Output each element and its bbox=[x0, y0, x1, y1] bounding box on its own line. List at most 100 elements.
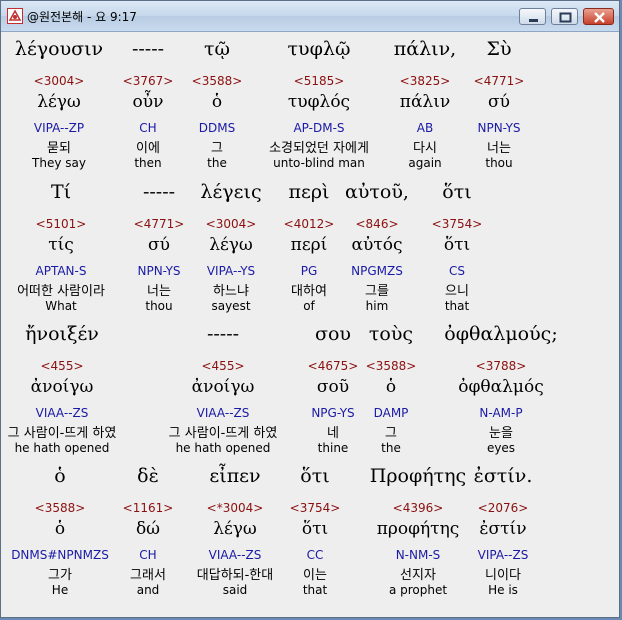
word-kor: 이는 bbox=[303, 568, 327, 583]
word-greek[interactable]: Τί bbox=[51, 181, 71, 203]
word-eng: that bbox=[444, 299, 470, 313]
word-num[interactable]: <2076> bbox=[478, 501, 529, 515]
word-num[interactable]: <455> bbox=[40, 359, 83, 373]
word-parse: VIPA--ZP bbox=[33, 121, 85, 135]
word-greek[interactable]: ----- bbox=[143, 181, 175, 203]
word-parse: PG bbox=[300, 264, 318, 278]
minimize-button[interactable] bbox=[519, 8, 546, 25]
word-lex: ὅτι bbox=[443, 235, 471, 255]
word-kor: 다시 bbox=[413, 141, 437, 156]
word-greek[interactable]: Σὺ bbox=[487, 38, 512, 60]
word-num[interactable]: <3588> bbox=[366, 359, 417, 373]
word-num[interactable]: <4771> bbox=[474, 74, 525, 88]
app-window: @원전본해 - 요 9:17 λέγουσιν <3004> λέγω VIPA--Z… bbox=[0, 0, 620, 618]
word-eng: him bbox=[365, 299, 389, 313]
word-greek[interactable]: αὐτοῦ, bbox=[345, 181, 409, 203]
word-num[interactable]: <3588> bbox=[192, 74, 243, 88]
word-kor: 너는 bbox=[487, 141, 511, 156]
word-greek[interactable]: δὲ bbox=[137, 465, 159, 487]
maximize-button[interactable] bbox=[551, 8, 578, 25]
word-kor: 묻되 bbox=[47, 141, 71, 156]
word-greek[interactable]: λέγουσιν bbox=[15, 38, 103, 60]
word-eng: He bbox=[51, 583, 69, 597]
word-eng: of bbox=[303, 299, 315, 313]
word-greek[interactable]: ὅτι bbox=[442, 181, 471, 203]
word-eng: and bbox=[136, 583, 160, 597]
word-num[interactable]: <846> bbox=[355, 217, 398, 231]
word-parse: AP-DM-S bbox=[293, 121, 345, 135]
word-num[interactable]: <3754> bbox=[290, 501, 341, 515]
word-kor: 대하여 bbox=[291, 284, 327, 299]
word-greek[interactable]: εἶπεν bbox=[209, 465, 260, 487]
word-greek[interactable]: λέγεις bbox=[200, 181, 261, 203]
word-kor: 그래서 bbox=[130, 568, 166, 583]
word-greek[interactable]: τῷ bbox=[204, 38, 230, 60]
word-parse: CS bbox=[449, 264, 465, 278]
word-lex: ὀφθαλμός bbox=[458, 377, 544, 397]
word-num[interactable]: <4771> bbox=[134, 217, 185, 231]
word-num[interactable]: <3004> bbox=[206, 217, 257, 231]
word-parse: DAMP bbox=[373, 406, 409, 420]
word-greek[interactable]: ὀφθαλμούς; bbox=[444, 323, 557, 345]
word-num[interactable]: <3754> bbox=[432, 217, 483, 231]
word-kor: 그가 bbox=[48, 568, 72, 583]
word-eng: he hath opened bbox=[14, 441, 110, 455]
word-eng: again bbox=[408, 156, 442, 170]
word-parse: CC bbox=[306, 548, 324, 562]
word-eng: eyes bbox=[486, 441, 516, 455]
word-num[interactable]: <1161> bbox=[123, 501, 174, 515]
word-parse: CH bbox=[139, 121, 157, 135]
word-parse: VIPA--YS bbox=[206, 264, 256, 278]
word-parse: VIAA--ZS bbox=[196, 406, 250, 420]
word-greek[interactable]: περὶ bbox=[289, 181, 330, 203]
word-num[interactable]: <3588> bbox=[35, 501, 86, 515]
word-eng: sayest bbox=[211, 299, 251, 313]
word-lex: λέγω bbox=[209, 235, 253, 255]
word-greek[interactable]: τυφλῷ bbox=[288, 38, 351, 60]
app-icon bbox=[7, 8, 23, 24]
word-greek[interactable]: Προφήτης bbox=[370, 465, 466, 487]
word-parse: VIAA--ZS bbox=[208, 548, 262, 562]
verse-row: ὁ <3588> ὁ DNMS#NPNMZS 그가 He δὲ <1161> δώ CH 그래서 an… bbox=[5, 465, 622, 605]
word-num[interactable]: <455> bbox=[201, 359, 244, 373]
word-num[interactable]: <4396> bbox=[393, 501, 444, 515]
word-num[interactable]: <3004> bbox=[34, 74, 85, 88]
word-parse: NPN-YS bbox=[477, 121, 521, 135]
word-greek[interactable]: πάλιν, bbox=[394, 38, 456, 60]
word-lex: ὁ bbox=[211, 92, 223, 112]
word-greek[interactable]: ----- bbox=[207, 323, 239, 345]
word-parse: AB bbox=[416, 121, 434, 135]
word-lex: ἐστίν bbox=[479, 519, 527, 539]
word-parse: DDMS bbox=[198, 121, 236, 135]
word-eng: unto-blind man bbox=[273, 156, 365, 170]
word-num[interactable]: <4012> bbox=[284, 217, 335, 231]
interlinear-view[interactable]: λέγουσιν <3004> λέγω VIPA--ZP 묻되 They say ----… bbox=[5, 32, 615, 614]
word-greek[interactable]: ----- bbox=[132, 38, 164, 60]
title-bar[interactable]: @원전본해 - 요 9:17 bbox=[1, 1, 619, 32]
word-kor: 소경되었던 자에게 bbox=[269, 141, 369, 156]
word-num[interactable]: <3825> bbox=[400, 74, 451, 88]
word-num[interactable]: <5185> bbox=[294, 74, 345, 88]
word-num[interactable]: <3767> bbox=[123, 74, 174, 88]
word-greek[interactable]: ἤνοιξέν bbox=[25, 323, 99, 345]
word-num[interactable]: <5101> bbox=[36, 217, 87, 231]
word-num[interactable]: <4675> bbox=[308, 359, 359, 373]
word-lex: λέγω bbox=[37, 92, 81, 112]
word-kor: 하느냐 bbox=[213, 284, 249, 299]
word-greek[interactable]: ὁ bbox=[54, 465, 65, 487]
word-greek[interactable]: σου bbox=[315, 323, 351, 345]
word-num[interactable]: <3788> bbox=[476, 359, 527, 373]
word-lex: τυφλός bbox=[287, 92, 351, 112]
minimize-icon bbox=[529, 19, 538, 22]
word-num[interactable]: <*3004> bbox=[207, 501, 264, 515]
word-greek[interactable]: τοὺς bbox=[369, 323, 413, 345]
word-kor: 선지자 bbox=[400, 568, 436, 583]
close-icon bbox=[594, 12, 605, 23]
close-button[interactable] bbox=[583, 8, 614, 25]
word-greek[interactable]: ἐστίν. bbox=[474, 465, 533, 487]
word-parse: NPN-YS bbox=[137, 264, 181, 278]
word-greek[interactable]: ὅτι bbox=[300, 465, 329, 487]
word-parse: CH bbox=[139, 548, 157, 562]
word-lex: ἀνοίγω bbox=[30, 377, 94, 397]
word-lex: περί bbox=[290, 235, 328, 255]
